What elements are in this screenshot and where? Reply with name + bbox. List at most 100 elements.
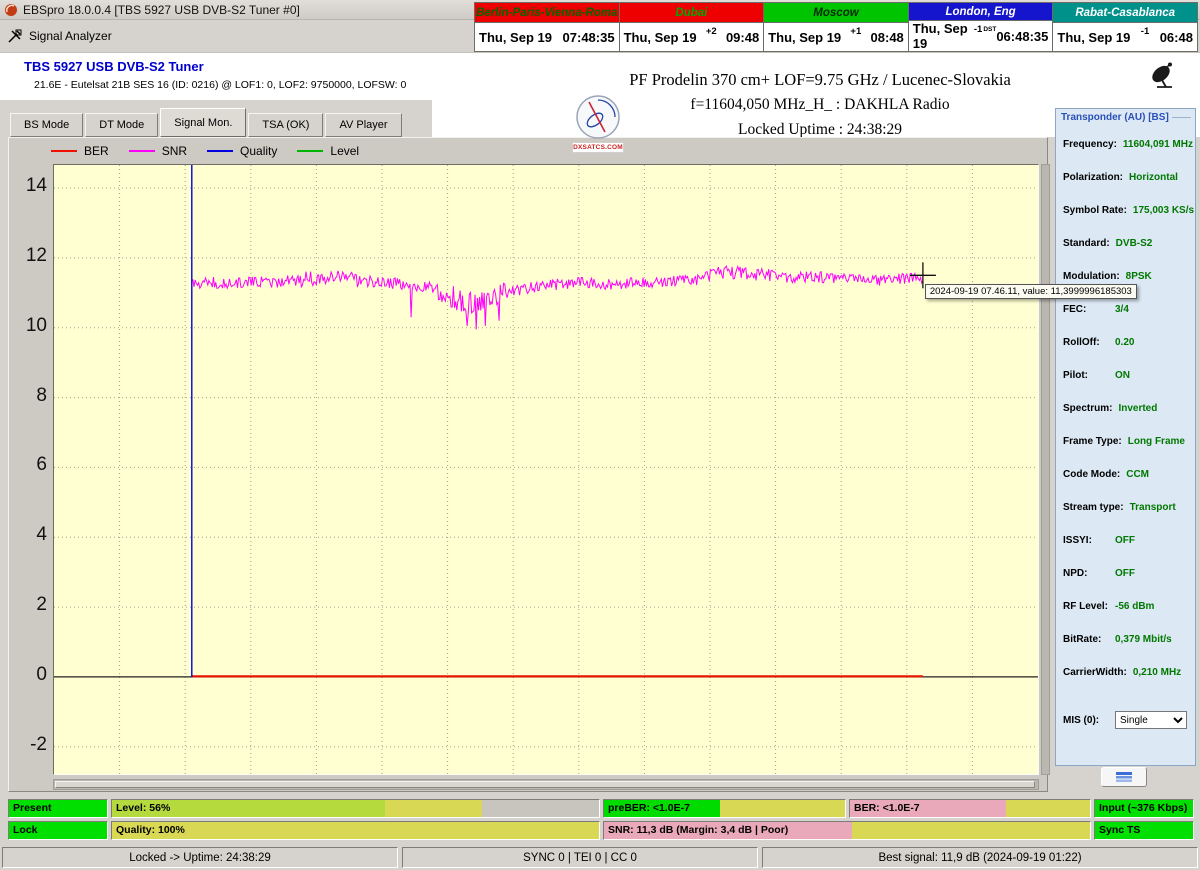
field-value: 3/4: [1115, 304, 1129, 315]
clock-city-label: Moscow: [764, 3, 908, 23]
antenna-info: PF Prodelin 370 cm+ LOF=9.75 GHz / Lucen…: [555, 70, 1085, 90]
app-window: EBSpro 18.0.0.4 [TBS 5927 USB DVB-S2 Tun…: [0, 0, 1200, 870]
field-label: Polarization:: [1063, 172, 1123, 183]
status-row-2: Lock Quality: 100% SNR: 11,3 dB (Margin: 3…: [0, 821, 1200, 840]
y-axis-label: -2: [9, 734, 47, 756]
y-axis-label: 6: [9, 454, 47, 476]
legend-swatch-ber: [51, 150, 77, 152]
mis-select[interactable]: Single: [1115, 711, 1187, 729]
field-value: Transport: [1130, 502, 1176, 513]
level-bar: Level: 56%: [111, 799, 600, 818]
transponder-field-carrierwidth: CarrierWidth:0,210 MHz: [1056, 667, 1195, 700]
clock-utc-offset: +1: [850, 26, 861, 37]
clock-london-eng: London, EngThu, Sep 19-1DST06:48:35: [909, 3, 1054, 51]
input-indicator: Input (~376 Kbps): [1094, 799, 1194, 818]
field-value: Inverted: [1118, 403, 1157, 414]
legend-label: BER: [84, 144, 109, 158]
menu-item-signal-analyzer[interactable]: Signal Analyzer: [29, 29, 112, 43]
clock-time-row: Thu, Sep 1907:48:35: [475, 23, 619, 51]
snr-bar-label: SNR: 11,3 dB (Margin: 3,4 dB | Poor): [608, 822, 788, 839]
field-label: NPD:: [1063, 568, 1109, 579]
legend-swatch-quality: [207, 150, 233, 152]
clock-time: 06:48:35: [996, 29, 1048, 44]
transmission-header: PF Prodelin 370 cm+ LOF=9.75 GHz / Lucen…: [555, 70, 1085, 139]
field-label: Symbol Rate:: [1063, 205, 1127, 216]
field-value: 8PSK: [1126, 271, 1152, 282]
statusbar-best-signal: Best signal: 11,9 dB (2024-09-19 01:22): [762, 847, 1198, 868]
level-bar-label: Level: 56%: [116, 800, 170, 817]
present-indicator: Present: [8, 799, 108, 818]
mis-label: MIS (0):: [1063, 715, 1109, 726]
clock-date: Thu, Sep 19: [913, 21, 974, 51]
tab-signal-mon[interactable]: Signal Mon.: [160, 108, 246, 137]
transponder-field-rf-level: RF Level: -56 dBm: [1056, 601, 1195, 634]
field-value: DVB-S2: [1116, 238, 1153, 249]
sync-ts-indicator-label: Sync TS: [1099, 822, 1140, 839]
y-axis-label: 4: [9, 524, 47, 546]
frequency-info: f=11604,050 MHz_H_ : DAKHLA Radio: [555, 96, 1085, 114]
field-value: Horizontal: [1129, 172, 1178, 183]
ber-bar-label: BER: <1.0E-7: [854, 800, 920, 817]
clock-city-label: Berlin-Paris-Vienna-Roma: [475, 3, 619, 23]
field-label: Code Mode:: [1063, 469, 1120, 480]
clock-time: 08:48: [871, 30, 904, 45]
transponder-title-rule: [1172, 117, 1191, 118]
field-label: BitRate:: [1063, 634, 1109, 645]
legend-level[interactable]: Level: [297, 144, 359, 158]
status-row-1: PresentLevel: 56%preBER: <1.0E-7BER: <1.…: [0, 799, 1200, 818]
legend-label: Level: [330, 144, 359, 158]
field-value: OFF: [1115, 568, 1135, 579]
export-icon: [1115, 771, 1133, 783]
field-value: 0.20: [1115, 337, 1134, 348]
clock-berlin-paris-vienna-roma: Berlin-Paris-Vienna-RomaThu, Sep 1907:48…: [475, 3, 620, 51]
legend-quality[interactable]: Quality: [207, 144, 277, 158]
tab-dt-mode[interactable]: DT Mode: [85, 113, 158, 137]
window-title: EBSpro 18.0.0.4 [TBS 5927 USB DVB-S2 Tun…: [23, 3, 300, 17]
mode-tabs: BS ModeDT ModeSignal Mon.TSA (OK)AV Play…: [10, 106, 402, 137]
chart-h-scrollbar-thumb[interactable]: [55, 781, 1035, 788]
field-label: Frequency:: [1063, 139, 1117, 150]
input-indicator-label: Input (~376 Kbps): [1099, 800, 1187, 817]
transponder-field-fec: FEC: 3/4: [1056, 304, 1195, 337]
transponder-panel: Transponder (AU) [BS] Frequency:11604,09…: [1055, 108, 1196, 766]
chart-tooltip: 2024-09-19 07.46.11, value: 11,399999618…: [925, 284, 1137, 299]
y-axis-label: 14: [9, 175, 47, 197]
signal-plot[interactable]: [53, 164, 1039, 775]
transponder-field-stream-type: Stream type:Transport: [1056, 502, 1195, 535]
status-bar: Locked -> Uptime: 24:38:29 SYNC 0 | TEI …: [0, 845, 1200, 870]
field-value: 175,003 KS/s: [1133, 205, 1194, 216]
chart-v-scrollbar[interactable]: [1041, 164, 1050, 775]
satellite-dish-icon: [1148, 61, 1182, 94]
field-value: 11604,091 MHz: [1123, 139, 1193, 150]
y-axis-label: 8: [9, 385, 47, 407]
world-clocks: Berlin-Paris-Vienna-RomaThu, Sep 1907:48…: [474, 2, 1198, 52]
field-label: FEC:: [1063, 304, 1109, 315]
tab-bs-mode[interactable]: BS Mode: [10, 113, 83, 137]
legend-snr[interactable]: SNR: [129, 144, 187, 158]
field-label: Frame Type:: [1063, 436, 1122, 447]
snr-bar: SNR: 11,3 dB (Margin: 3,4 dB | Poor): [603, 821, 1091, 840]
field-label: RF Level:: [1063, 601, 1109, 612]
clock-date: Thu, Sep 19: [479, 30, 552, 45]
chart-h-scrollbar[interactable]: [53, 779, 1039, 790]
clock-rabat-casablanca: Rabat-CasablancaThu, Sep 19-106:48: [1053, 3, 1197, 51]
clock-date: Thu, Sep 19: [768, 30, 841, 45]
tab-tsa-ok[interactable]: TSA (OK): [248, 113, 323, 137]
clock-city-label: Dubai: [620, 3, 764, 23]
transponder-field-rolloff: RollOff: 0.20: [1056, 337, 1195, 370]
field-label: RollOff:: [1063, 337, 1109, 348]
transponder-field-npd: NPD: OFF: [1056, 568, 1195, 601]
field-label: Modulation:: [1063, 271, 1120, 282]
legend-ber[interactable]: BER: [51, 144, 109, 158]
clock-utc-offset: -1DST: [974, 24, 996, 35]
y-axis-label: 10: [9, 315, 47, 337]
mis-row: MIS (0): Single: [1063, 711, 1191, 729]
chart-legend: BER SNR Quality Level: [51, 141, 359, 161]
field-value: -56 dBm: [1115, 601, 1154, 612]
export-button[interactable]: [1101, 767, 1147, 787]
field-value: Long Frame: [1128, 436, 1185, 447]
plot-background: [54, 165, 1038, 774]
lock-indicator-label: Lock: [13, 822, 38, 839]
tab-av-player[interactable]: AV Player: [325, 113, 401, 137]
quality-bar: Quality: 100%: [111, 821, 600, 840]
